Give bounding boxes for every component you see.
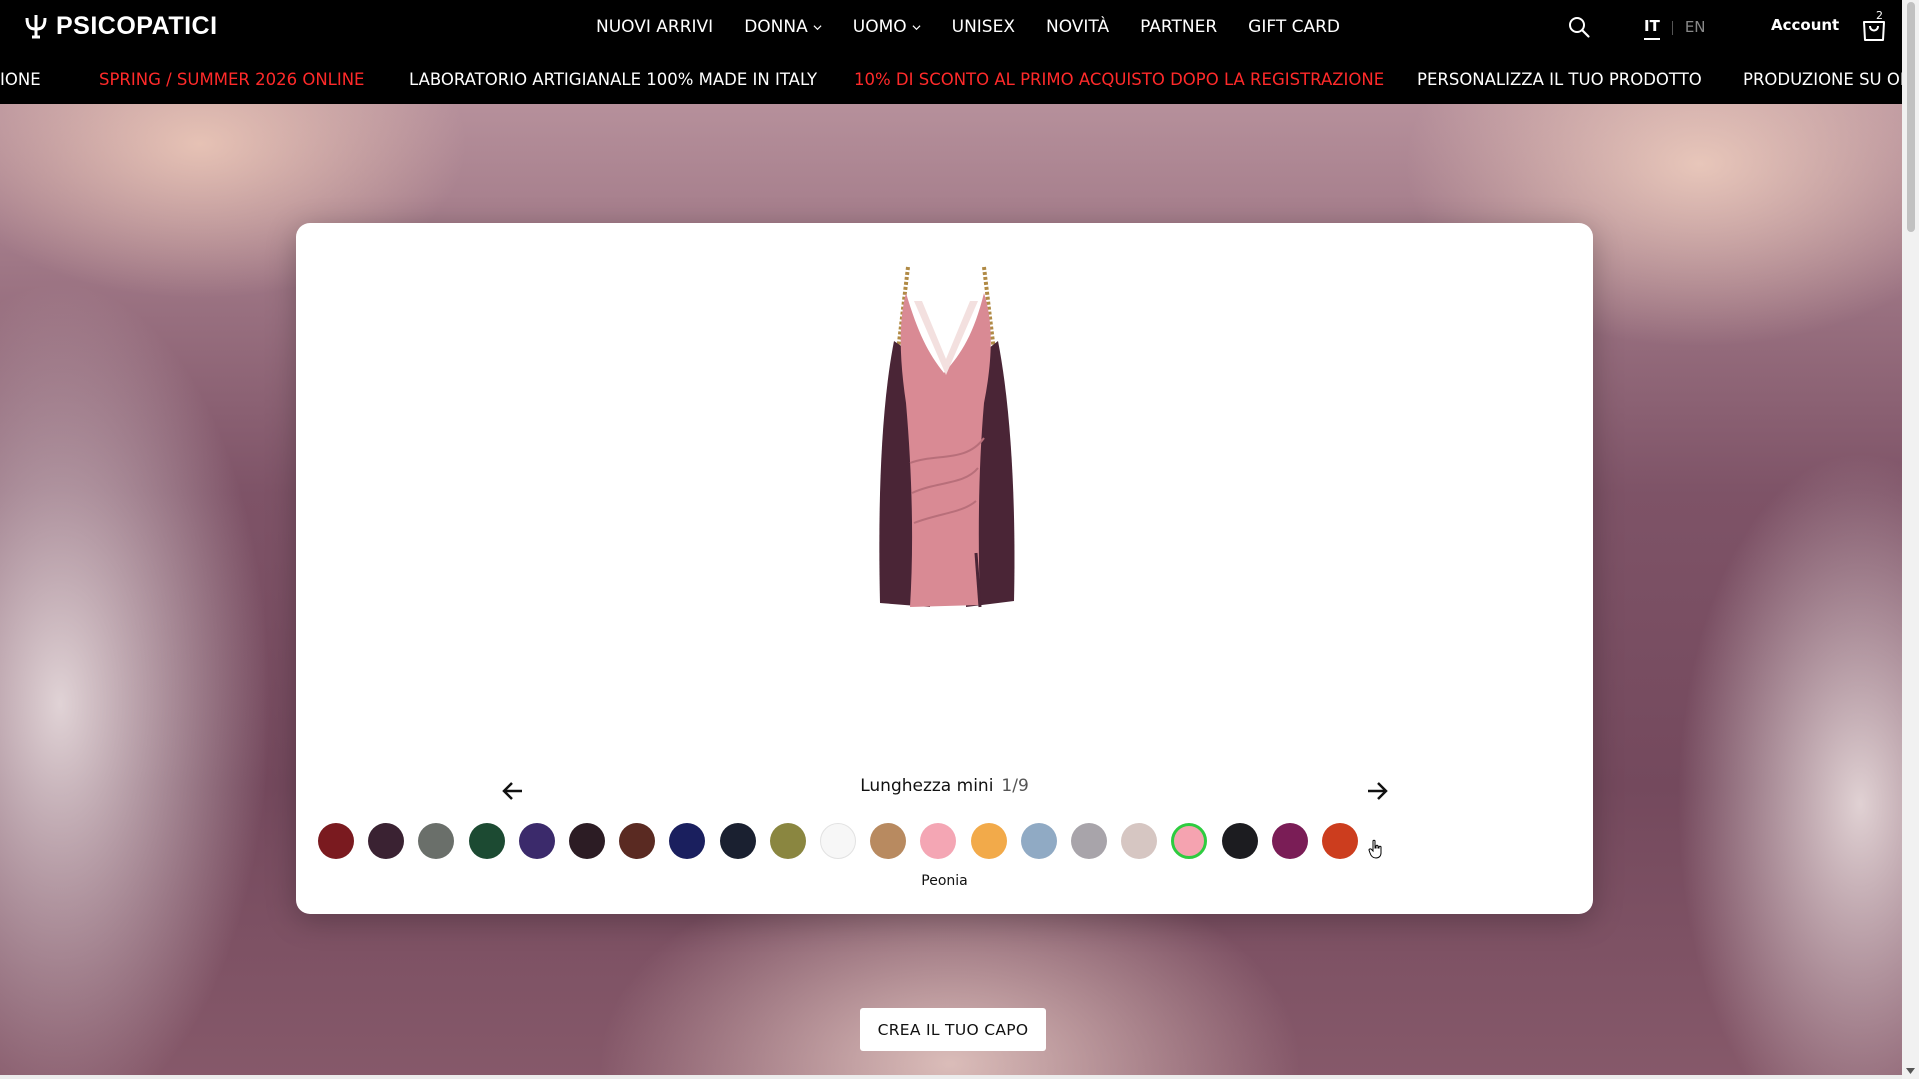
color-swatches: [318, 823, 1574, 861]
nav-item-label: NOVITÀ: [1045, 17, 1110, 37]
nav-item-uomo[interactable]: UOMO: [853, 17, 921, 37]
color-swatch[interactable]: [1021, 823, 1057, 859]
ticker-item: PRODUZIONE SU ORD: [1743, 70, 1902, 89]
nav-item-label: UOMO: [852, 17, 907, 37]
chevron-down-icon: [813, 24, 822, 30]
nav-item-label: DONNA: [744, 17, 808, 37]
shopping-bag-icon[interactable]: [1861, 14, 1887, 42]
configurator-card: Lunghezza mini 1/9 Peonia: [296, 223, 1593, 914]
color-swatch[interactable]: [318, 823, 354, 859]
next-arrow-icon[interactable]: [1364, 778, 1390, 804]
psi-logo-icon: [25, 15, 47, 39]
option-counter: 1/9: [1001, 776, 1029, 796]
create-your-garment-button[interactable]: CREA IL TUO CAPO: [860, 1008, 1046, 1051]
color-swatch[interactable]: [619, 823, 655, 859]
scroll-down-arrow-icon[interactable]: [1906, 1066, 1915, 1075]
nav-item-label: PARTNER: [1140, 17, 1218, 37]
hand-cursor-icon: [1368, 839, 1382, 859]
color-swatch[interactable]: [418, 823, 454, 859]
color-swatch[interactable]: [971, 823, 1007, 859]
color-swatch[interactable]: [1171, 823, 1207, 859]
nav-item-donna[interactable]: DONNA: [744, 17, 822, 37]
lang-en-link[interactable]: EN: [1685, 18, 1706, 39]
color-swatch[interactable]: [1071, 823, 1107, 859]
nav-item-nuovi-arrivi[interactable]: NUOVI ARRIVI: [596, 17, 713, 37]
color-swatch[interactable]: [870, 823, 906, 859]
cart-count-badge: 2: [1876, 9, 1883, 22]
color-swatch[interactable]: [519, 823, 555, 859]
color-swatch[interactable]: [770, 823, 806, 859]
color-swatch[interactable]: [1322, 823, 1358, 859]
page-scrollbar[interactable]: [1902, 0, 1919, 1079]
nav-item-label: GIFT CARD: [1248, 17, 1341, 37]
option-name: Lunghezza mini: [860, 776, 994, 796]
lang-it-link[interactable]: IT: [1644, 17, 1660, 40]
scrollbar-thumb[interactable]: [1907, 2, 1915, 232]
main-nav: NUOVI ARRIVI DONNA UOMO UNISEX NOVITÀ PARTNER…: [596, 14, 1340, 40]
nav-item-novit-[interactable]: NOVITÀ: [1046, 17, 1109, 37]
nav-item-label: UNISEX: [951, 17, 1015, 37]
language-switcher: IT EN: [1644, 15, 1706, 41]
color-swatch[interactable]: [569, 823, 605, 859]
color-swatch[interactable]: [1121, 823, 1157, 859]
option-label: Lunghezza mini 1/9: [296, 776, 1593, 796]
color-swatch[interactable]: [1272, 823, 1308, 859]
selected-color-name: Peonia: [921, 873, 968, 889]
nav-item-unisex[interactable]: UNISEX: [952, 17, 1015, 37]
ticker-item: 10% DI SCONTO AL PRIMO ACQUISTO DOPO LA …: [854, 70, 1385, 89]
nav-item-label: NUOVI ARRIVI: [596, 17, 714, 37]
color-swatch[interactable]: [469, 823, 505, 859]
nav-item-partner[interactable]: PARTNER: [1140, 17, 1217, 37]
color-swatch[interactable]: [720, 823, 756, 859]
brand-name: PSICOPATICI: [56, 11, 218, 40]
nav-item-gift-card[interactable]: GIFT CARD: [1248, 17, 1340, 37]
promo-ticker: IONE SPRING / SUMMER 2026 ONLINE LABORAT…: [0, 54, 1902, 104]
ticker-item: SPRING / SUMMER 2026 ONLINE: [99, 70, 365, 89]
color-swatch[interactable]: [920, 823, 956, 859]
brand-logo[interactable]: PSICOPATICI: [22, 8, 218, 44]
color-swatch[interactable]: [669, 823, 705, 859]
bottom-edge: [0, 1075, 1902, 1079]
ticker-item: LABORATORIO ARTIGIANALE 100% MADE IN ITA…: [409, 70, 818, 89]
search-icon[interactable]: [1567, 15, 1591, 39]
lang-divider: [1671, 21, 1673, 35]
account-link[interactable]: Account: [1771, 16, 1839, 34]
ticker-item: IONE: [0, 70, 41, 89]
color-swatch[interactable]: [820, 823, 856, 859]
color-swatch[interactable]: [1222, 823, 1258, 859]
ticker-item: PERSONALIZZA IL TUO PRODOTTO: [1417, 70, 1702, 89]
color-swatch[interactable]: [368, 823, 404, 859]
top-header: PSICOPATICI NUOVI ARRIVI DONNA UOMO UNISEX N…: [0, 0, 1902, 54]
dress-preview-image: [879, 266, 1015, 608]
chevron-down-icon: [912, 24, 921, 30]
